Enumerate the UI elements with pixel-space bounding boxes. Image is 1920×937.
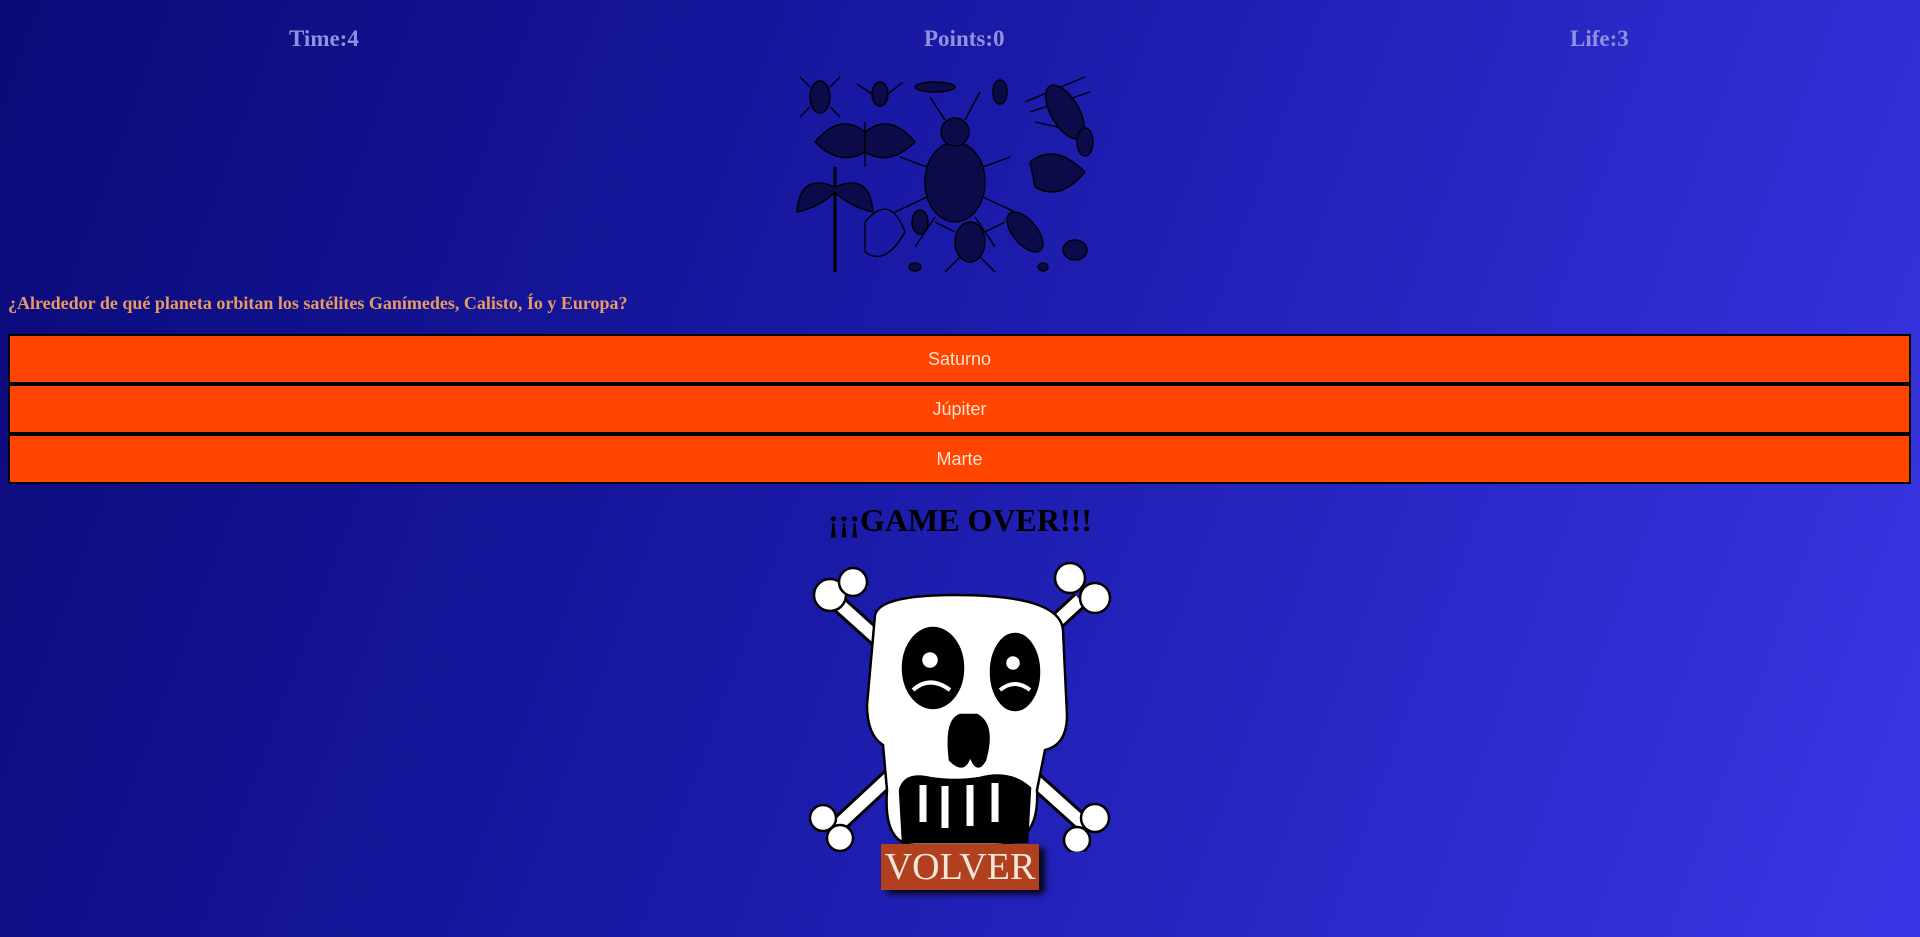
question-text: ¿Alrededor de qué planeta orbitan los sa… bbox=[8, 293, 628, 313]
points-counter: Points:0 bbox=[924, 26, 1005, 51]
hud-bar: Time:4 Points:0 Life:3 bbox=[0, 26, 1920, 56]
answer-button-jupiter[interactable]: Júpiter bbox=[8, 384, 1911, 434]
answer-button-marte[interactable]: Marte bbox=[8, 434, 1911, 484]
skull-crossbones-icon bbox=[808, 561, 1112, 852]
answer-list: Saturno Júpiter Marte bbox=[8, 334, 1911, 484]
time-counter: Time:4 bbox=[289, 26, 359, 51]
game-over-title: ¡¡¡GAME OVER!!! bbox=[828, 502, 1092, 538]
answer-button-saturno[interactable]: Saturno bbox=[8, 334, 1911, 384]
life-counter: Life:3 bbox=[1570, 26, 1629, 51]
insects-illustration bbox=[796, 76, 1094, 273]
volver-button[interactable]: VOLVER bbox=[881, 844, 1039, 890]
